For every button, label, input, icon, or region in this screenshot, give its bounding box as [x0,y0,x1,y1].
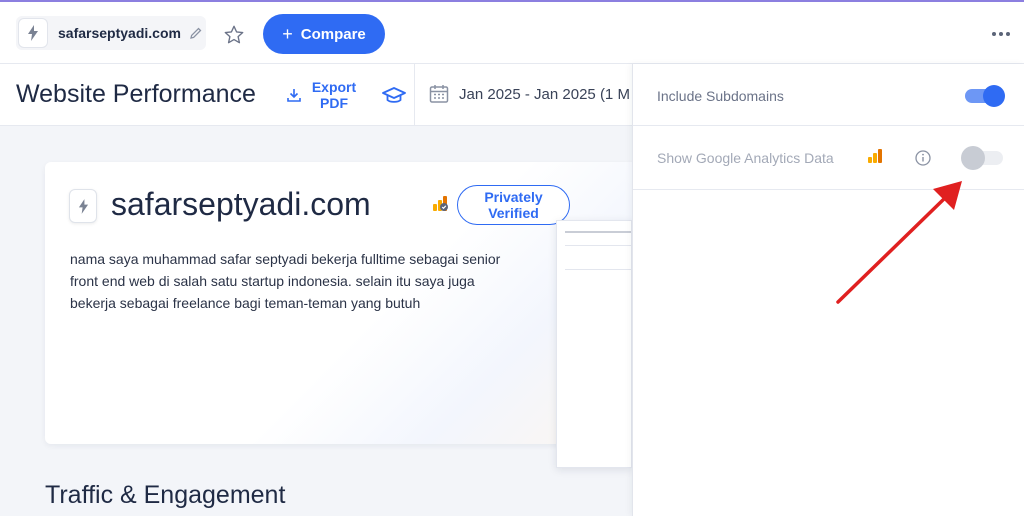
info-icon[interactable] [915,150,931,166]
bolt-icon [69,189,97,223]
include-subdomains-row: Include Subdomains [633,64,1024,126]
download-icon [287,89,301,102]
date-range-label: Jan 2025 - Jan 2025 (1 M [459,85,630,103]
pencil-icon[interactable] [189,26,203,40]
page-header: Website Performance Export PDF Jan 2025 … [0,64,632,126]
site-chip[interactable]: safarseptyadi.com [16,16,206,50]
compare-label: Compare [300,25,366,43]
show-google-analytics-label: Show Google Analytics Data [657,150,834,166]
site-screenshot-preview [556,220,632,468]
graduation-cap-icon[interactable] [381,84,407,108]
top-bar: safarseptyadi.com + Compare [0,2,1024,64]
show-google-analytics-row: Show Google Analytics Data [633,126,1024,190]
include-subdomains-label: Include Subdomains [657,88,784,104]
settings-panel: Include Subdomains Show Google Analytics… [632,64,1024,516]
plus-icon: + [282,24,293,44]
section-title-traffic: Traffic & Engagement [45,481,286,509]
date-range-picker[interactable]: Jan 2025 - Jan 2025 (1 M [429,84,630,104]
site-domain: safarseptyadi.com [58,25,181,41]
card-domain: safarseptyadi.com [111,186,371,222]
google-analytics-icon [867,148,883,164]
include-subdomains-toggle[interactable] [965,85,1005,107]
bolt-icon [18,18,48,48]
page-title: Website Performance [16,80,256,108]
site-description: nama saya muhammad safar septyadi bekerj… [70,251,501,311]
calendar-icon [429,85,449,103]
compare-button[interactable]: + Compare [263,14,385,54]
google-analytics-connected-icon [431,194,449,212]
export-pdf-label: Export PDF [311,79,357,111]
header-divider [414,64,415,125]
privately-verified-badge[interactable]: Privately Verified [457,185,570,225]
star-icon[interactable] [221,22,247,48]
export-pdf-button[interactable]: Export PDF [286,78,360,112]
more-options-icon[interactable] [990,26,1012,42]
website-overview-card: safarseptyadi.com Privately Verified nam… [45,162,645,444]
show-google-analytics-toggle[interactable] [961,146,1003,170]
